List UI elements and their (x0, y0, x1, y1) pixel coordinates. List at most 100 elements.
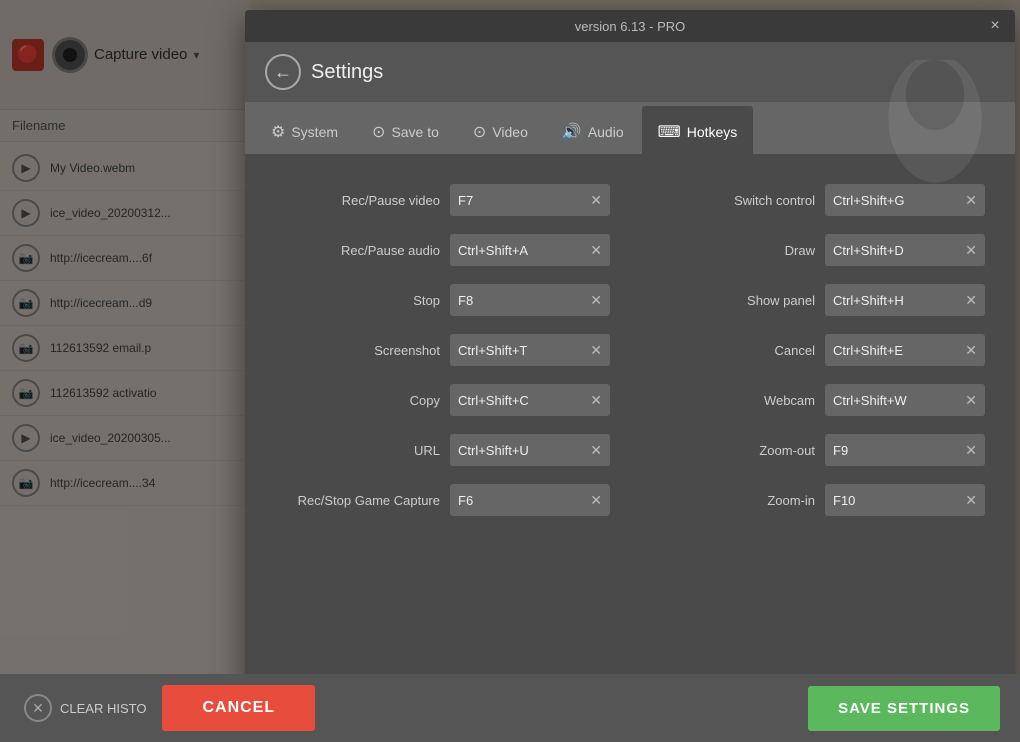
hotkey-label-right-3: Cancel (695, 343, 815, 358)
hotkey-value-right-4: Ctrl+Shift+W (833, 393, 965, 408)
hotkey-input-right-1[interactable]: Ctrl+Shift+D ✕ (825, 234, 985, 266)
saveto-icon: ⊙ (372, 122, 385, 142)
hotkey-value-left-0: F7 (458, 193, 590, 208)
tab-system-label: System (291, 124, 338, 140)
hotkey-clear-right-2[interactable]: ✕ (965, 293, 977, 307)
hotkeys-icon: ⌨ (658, 122, 681, 142)
hotkeys-content: Rec/Pause video F7 ✕ Switch control Ctrl… (245, 154, 1015, 546)
hotkey-left-row-3: Screenshot Ctrl+Shift+T ✕ (275, 334, 610, 366)
hotkey-input-left-1[interactable]: Ctrl+Shift+A ✕ (450, 234, 610, 266)
hotkey-label-left-1: Rec/Pause audio (320, 243, 440, 258)
hotkey-left-row-6: Rec/Stop Game Capture F6 ✕ (275, 484, 610, 516)
hotkey-left-row-0: Rec/Pause video F7 ✕ (275, 184, 610, 216)
hotkey-clear-left-5[interactable]: ✕ (590, 443, 602, 457)
hotkey-value-left-3: Ctrl+Shift+T (458, 343, 590, 358)
hotkey-value-right-0: Ctrl+Shift+G (833, 193, 965, 208)
hotkey-value-left-5: Ctrl+Shift+U (458, 443, 590, 458)
hotkey-label-left-2: Stop (320, 293, 440, 308)
hotkey-clear-right-6[interactable]: ✕ (965, 493, 977, 507)
tab-hotkeys-label: Hotkeys (687, 124, 738, 140)
hotkey-input-left-3[interactable]: Ctrl+Shift+T ✕ (450, 334, 610, 366)
hotkey-clear-right-4[interactable]: ✕ (965, 393, 977, 407)
hotkey-clear-left-6[interactable]: ✕ (590, 493, 602, 507)
settings-title: Settings (311, 61, 383, 84)
hotkey-input-right-3[interactable]: Ctrl+Shift+E ✕ (825, 334, 985, 366)
hotkey-value-left-6: F6 (458, 493, 590, 508)
hotkey-right-row-5: Zoom-out F9 ✕ (650, 434, 985, 466)
hotkey-value-right-1: Ctrl+Shift+D (833, 243, 965, 258)
bottom-bar: ✕ CLEAR HISTO CANCEL SAVE SETTINGS (0, 674, 1020, 742)
tab-audio[interactable]: 🔊 Audio (546, 106, 640, 158)
hotkey-clear-left-1[interactable]: ✕ (590, 243, 602, 257)
hotkey-label-right-4: Webcam (695, 393, 815, 408)
hotkey-clear-left-4[interactable]: ✕ (590, 393, 602, 407)
clear-history-button[interactable]: ✕ CLEAR HISTO (20, 686, 150, 730)
hotkey-right-row-0: Switch control Ctrl+Shift+G ✕ (650, 184, 985, 216)
clear-icon: ✕ (24, 694, 52, 722)
hotkey-label-left-0: Rec/Pause video (320, 193, 440, 208)
hotkey-input-right-0[interactable]: Ctrl+Shift+G ✕ (825, 184, 985, 216)
hotkey-clear-right-5[interactable]: ✕ (965, 443, 977, 457)
video-icon: ⊙ (473, 122, 486, 142)
hotkey-input-right-5[interactable]: F9 ✕ (825, 434, 985, 466)
hotkey-clear-left-0[interactable]: ✕ (590, 193, 602, 207)
modal-version-title: version 6.13 - PRO (575, 19, 686, 34)
hotkey-right-row-6: Zoom-in F10 ✕ (650, 484, 985, 516)
hotkey-value-left-1: Ctrl+Shift+A (458, 243, 590, 258)
hotkey-value-left-4: Ctrl+Shift+C (458, 393, 590, 408)
system-icon: ⚙ (271, 122, 285, 142)
hotkey-left-row-5: URL Ctrl+Shift+U ✕ (275, 434, 610, 466)
save-settings-button[interactable]: SAVE SETTINGS (808, 686, 1000, 731)
hotkey-label-right-0: Switch control (695, 193, 815, 208)
hotkey-input-left-0[interactable]: F7 ✕ (450, 184, 610, 216)
clear-history-label: CLEAR HISTO (60, 701, 146, 716)
hotkey-label-right-2: Show panel (695, 293, 815, 308)
tab-video-label: Video (492, 124, 528, 140)
hotkey-label-right-1: Draw (695, 243, 815, 258)
hotkey-clear-right-1[interactable]: ✕ (965, 243, 977, 257)
hotkey-clear-right-3[interactable]: ✕ (965, 343, 977, 357)
hotkeys-grid: Rec/Pause video F7 ✕ Switch control Ctrl… (275, 184, 985, 516)
hotkey-input-right-6[interactable]: F10 ✕ (825, 484, 985, 516)
hotkey-input-right-2[interactable]: Ctrl+Shift+H ✕ (825, 284, 985, 316)
hotkey-label-left-3: Screenshot (320, 343, 440, 358)
tab-saveto[interactable]: ⊙ Save to (356, 106, 455, 158)
hotkey-label-left-6: Rec/Stop Game Capture (298, 493, 440, 508)
tab-system[interactable]: ⚙ System (255, 106, 354, 158)
back-button[interactable]: ← (265, 54, 301, 90)
hotkey-left-row-1: Rec/Pause audio Ctrl+Shift+A ✕ (275, 234, 610, 266)
hotkey-label-right-6: Zoom-in (695, 493, 815, 508)
settings-modal: version 6.13 - PRO × ← Settings ⚙ System… (245, 10, 1015, 730)
hotkey-label-left-4: Copy (320, 393, 440, 408)
tab-hotkeys[interactable]: ⌨ Hotkeys (642, 106, 754, 158)
hotkey-clear-right-0[interactable]: ✕ (965, 193, 977, 207)
hotkey-value-right-3: Ctrl+Shift+E (833, 343, 965, 358)
hotkey-input-left-6[interactable]: F6 ✕ (450, 484, 610, 516)
modal-close-button[interactable]: × (985, 16, 1005, 36)
hotkey-right-row-4: Webcam Ctrl+Shift+W ✕ (650, 384, 985, 416)
tabs-bar: ⚙ System ⊙ Save to ⊙ Video 🔊 Audio ⌨ Hot… (245, 102, 1015, 154)
hotkey-left-row-2: Stop F8 ✕ (275, 284, 610, 316)
hotkey-value-right-6: F10 (833, 493, 965, 508)
hotkey-label-left-5: URL (320, 443, 440, 458)
modal-topbar: version 6.13 - PRO × (245, 10, 1015, 42)
tab-video[interactable]: ⊙ Video (457, 106, 544, 158)
audio-icon: 🔊 (562, 122, 582, 142)
modal-header: ← Settings (245, 42, 1015, 102)
cancel-button[interactable]: CANCEL (162, 685, 315, 731)
hotkey-right-row-1: Draw Ctrl+Shift+D ✕ (650, 234, 985, 266)
hotkey-right-row-3: Cancel Ctrl+Shift+E ✕ (650, 334, 985, 366)
tab-saveto-label: Save to (391, 124, 438, 140)
hotkey-input-left-4[interactable]: Ctrl+Shift+C ✕ (450, 384, 610, 416)
hotkey-value-right-2: Ctrl+Shift+H (833, 293, 965, 308)
hotkey-input-left-5[interactable]: Ctrl+Shift+U ✕ (450, 434, 610, 466)
hotkey-left-row-4: Copy Ctrl+Shift+C ✕ (275, 384, 610, 416)
hotkey-value-right-5: F9 (833, 443, 965, 458)
hotkey-input-left-2[interactable]: F8 ✕ (450, 284, 610, 316)
hotkey-label-right-5: Zoom-out (695, 443, 815, 458)
hotkey-input-right-4[interactable]: Ctrl+Shift+W ✕ (825, 384, 985, 416)
tab-audio-label: Audio (588, 124, 624, 140)
hotkey-clear-left-3[interactable]: ✕ (590, 343, 602, 357)
hotkey-value-left-2: F8 (458, 293, 590, 308)
hotkey-clear-left-2[interactable]: ✕ (590, 293, 602, 307)
